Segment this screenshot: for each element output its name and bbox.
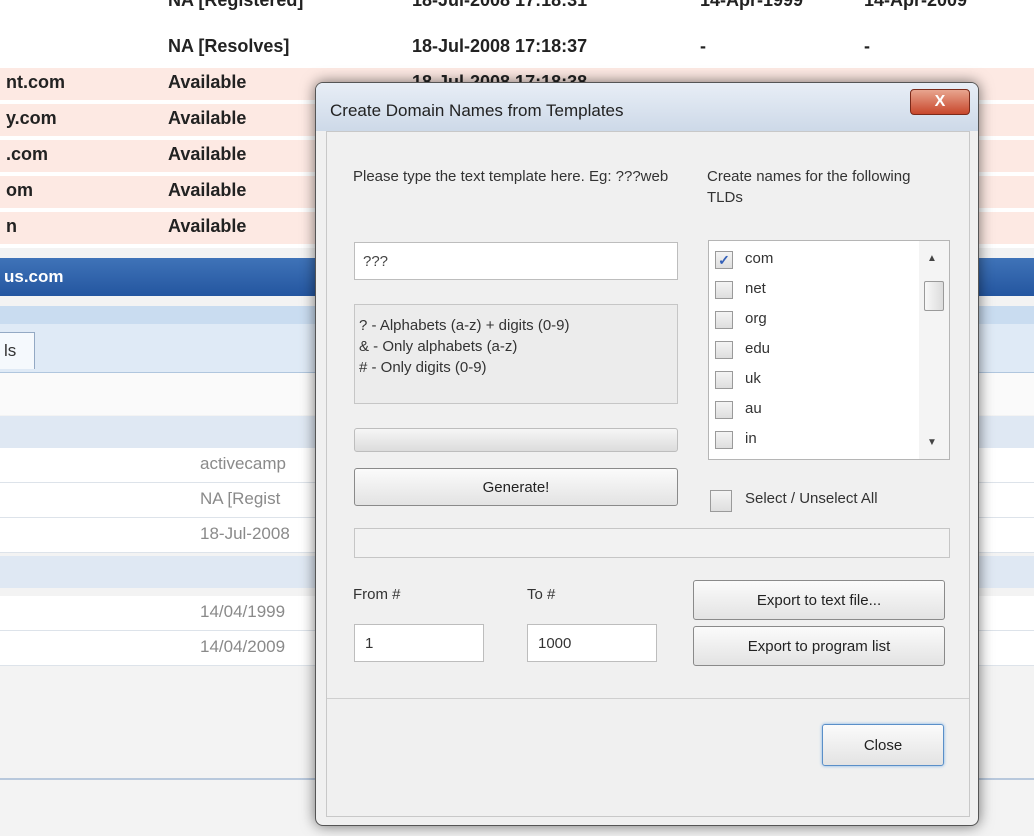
select-all-label[interactable]: Select / Unselect All: [745, 490, 878, 507]
tld-item-edu[interactable]: edu: [715, 335, 915, 365]
dialog-titlebar[interactable]: Create Domain Names from Templates X: [316, 83, 978, 131]
tab-label: ls: [4, 341, 17, 360]
create-domain-names-dialog: Create Domain Names from Templates X Ple…: [315, 82, 979, 826]
detail-value: activecamp: [200, 454, 286, 473]
status-cell: Available: [168, 180, 247, 200]
checkbox[interactable]: [715, 401, 733, 419]
detail-value: 18-Jul-2008: [200, 524, 290, 543]
select-all-checkbox[interactable]: [710, 490, 734, 514]
status-cell: Available: [168, 216, 247, 236]
domain-cell: om: [6, 180, 33, 200]
tab-details[interactable]: ls: [0, 332, 35, 369]
scroll-thumb[interactable]: [924, 281, 944, 311]
checkbox[interactable]: [715, 431, 733, 449]
export-to-text-file-button[interactable]: Export to text file...: [693, 580, 945, 620]
dialog-title: Create Domain Names from Templates: [330, 101, 624, 120]
status-cell: NA [Registered]: [168, 0, 304, 10]
checkbox-checked[interactable]: ✓: [715, 251, 733, 269]
status-cell: Available: [168, 144, 247, 164]
checkbox[interactable]: [715, 341, 733, 359]
tld-item-au[interactable]: au: [715, 395, 915, 425]
tld-item-org[interactable]: org: [715, 305, 915, 335]
generate-progress-bar: [354, 428, 678, 452]
scroll-down-arrow-icon[interactable]: ▼: [927, 437, 937, 448]
domain-cell: nt.com: [6, 72, 66, 92]
tld-label: org: [745, 310, 767, 327]
checkbox[interactable]: [715, 371, 733, 389]
scroll-up-arrow-icon[interactable]: ▲: [927, 253, 937, 264]
tld-label: edu: [745, 340, 771, 357]
created-cell: -: [700, 36, 706, 56]
tld-prompt: Create names for the following TLDs: [707, 168, 911, 206]
template-legend: ? - Alphabets (a-z) + digits (0-9) & - O…: [354, 304, 678, 404]
legend-line: ? - Alphabets (a-z) + digits (0-9): [359, 317, 570, 334]
checkbox[interactable]: [710, 490, 732, 512]
template-input[interactable]: [354, 242, 678, 280]
legend-line: & - Only alphabets (a-z): [359, 338, 518, 355]
selected-domain-label: us.com: [4, 267, 64, 286]
tld-label: uk: [745, 370, 761, 387]
date-cell: 18-Jul-2008 17:18:37: [412, 36, 588, 56]
tld-item-com[interactable]: ✓ com: [715, 245, 915, 275]
to-input[interactable]: [527, 624, 657, 662]
tld-item-uk[interactable]: uk: [715, 365, 915, 395]
tld-item-in[interactable]: in: [715, 425, 915, 455]
tld-label: in: [745, 430, 757, 447]
checkbox[interactable]: [715, 311, 733, 329]
expires-cell: 14-Apr-2009: [864, 0, 968, 10]
tld-item-net[interactable]: net: [715, 275, 915, 305]
from-label: From #: [353, 586, 401, 603]
template-prompt: Please type the text template here. Eg: …: [353, 168, 669, 185]
table-row[interactable]: NA [Resolves] 18-Jul-2008 17:18:37 - -: [0, 32, 1034, 64]
legend-line: # - Only digits (0-9): [359, 359, 487, 376]
status-field: [354, 528, 950, 558]
detail-value: 14/04/2009: [200, 637, 286, 656]
domain-cell: n: [6, 216, 17, 236]
checkbox[interactable]: [715, 281, 733, 299]
status-cell: Available: [168, 72, 247, 92]
tld-label: au: [745, 400, 762, 417]
from-input[interactable]: [354, 624, 484, 662]
domain-cell: .com: [6, 144, 49, 164]
detail-value: 14/04/1999: [200, 602, 286, 621]
status-cell: Available: [168, 108, 247, 128]
tld-label: net: [745, 280, 766, 297]
to-label: To #: [527, 586, 556, 603]
export-to-program-list-button[interactable]: Export to program list: [693, 626, 945, 666]
domain-cell: y.com: [6, 108, 57, 128]
created-cell: 14-Apr-1999: [700, 0, 804, 10]
dialog-body: Please type the text template here. Eg: …: [326, 131, 970, 817]
tld-scrollbar[interactable]: ▲ ▼: [919, 241, 949, 459]
detail-value: NA [Regist: [200, 489, 281, 508]
divider: [327, 698, 969, 699]
date-cell: 18-Jul-2008 17:18:31: [412, 0, 588, 10]
close-window-button[interactable]: X: [910, 89, 970, 115]
close-button[interactable]: Close: [822, 724, 944, 766]
table-row[interactable]: NA [Registered] 18-Jul-2008 17:18:31 14-…: [0, 0, 1034, 18]
generate-button[interactable]: Generate!: [354, 468, 678, 506]
tld-label: com: [745, 250, 774, 267]
expires-cell: -: [864, 36, 870, 56]
status-cell: NA [Resolves]: [168, 36, 290, 56]
tld-checklist[interactable]: ✓ com net org edu uk au in ▲ ▼: [708, 240, 950, 460]
